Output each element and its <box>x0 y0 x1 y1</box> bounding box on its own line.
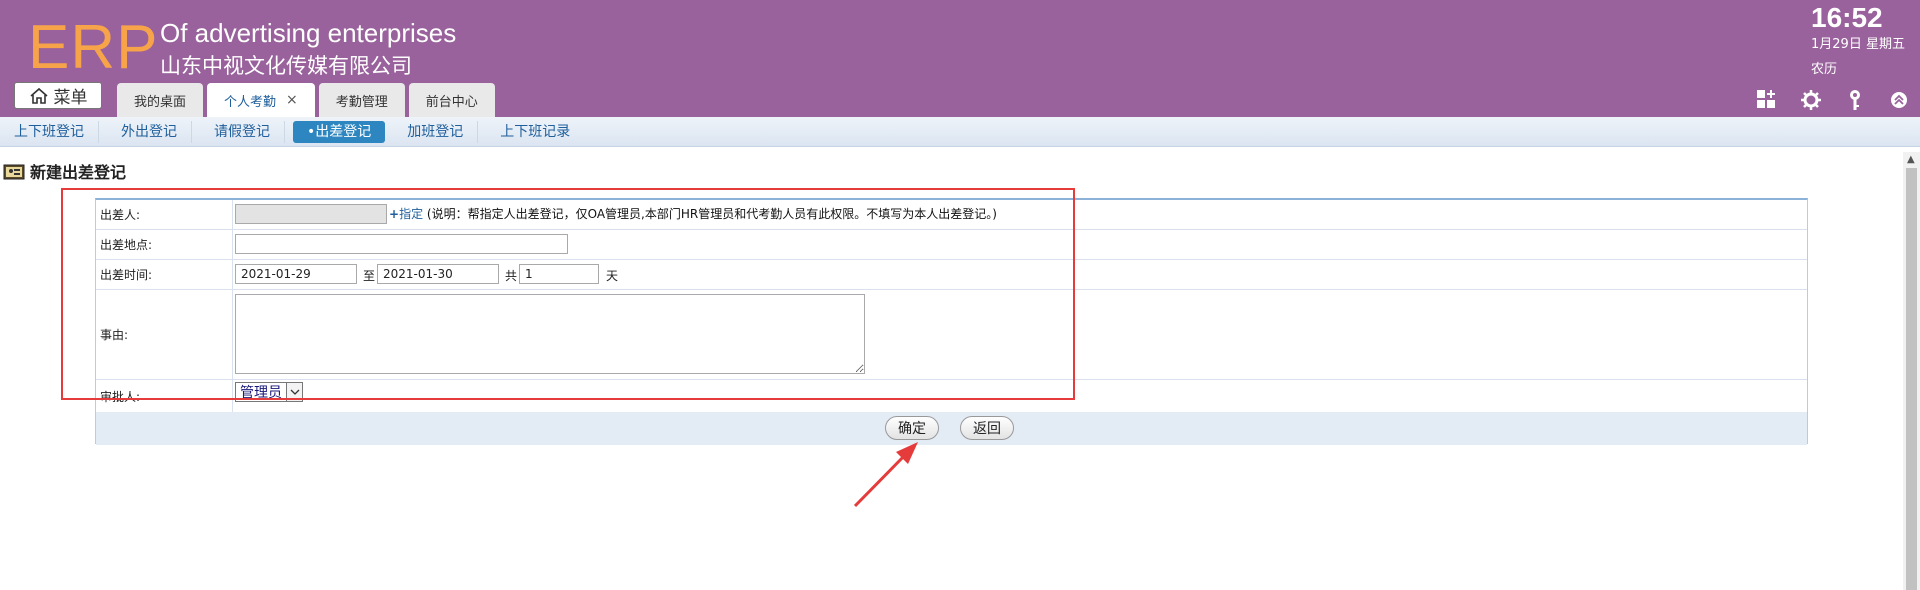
back-button[interactable]: 返回 <box>960 416 1014 440</box>
close-icon[interactable]: × <box>286 92 298 108</box>
scroll-up-icon[interactable]: ▲ <box>1907 154 1915 165</box>
annotation-highlight-box <box>61 188 1075 400</box>
tab-label: 我的桌面 <box>134 94 187 110</box>
sub-navigation: 上下班登记 外出登记 请假登记 •出差登记 加班登记 上下班记录 <box>0 117 1920 147</box>
tab-label: 个人考勤 <box>224 94 277 110</box>
company-name-cn: 山东中视文化传媒有限公司 <box>160 54 412 78</box>
subnav-outing[interactable]: 外出登记 <box>107 120 192 143</box>
page-title: 新建出差登记 <box>3 159 126 183</box>
tab-front-desk[interactable]: 前台中心 <box>408 83 495 117</box>
collapse-up-icon[interactable] <box>1887 88 1911 112</box>
clock-time: 16:52 <box>1811 2 1883 33</box>
subnav-leave[interactable]: 请假登记 <box>200 120 285 143</box>
header-tools <box>1755 88 1920 112</box>
subnav-checkin[interactable]: 上下班登记 <box>0 120 99 143</box>
home-icon <box>29 87 48 104</box>
tab-personal-attendance[interactable]: 个人考勤 × <box>207 83 315 117</box>
clock-date: 1月29日 星期五 <box>1811 37 1905 52</box>
app-window: ERP Of advertising enterprises 山东中视文化传媒有… <box>0 0 1920 590</box>
tab-my-desktop[interactable]: 我的桌面 <box>117 83 204 117</box>
add-widget-icon[interactable] <box>1755 88 1779 112</box>
gear-icon[interactable] <box>1799 88 1823 112</box>
form-icon <box>3 164 25 180</box>
annotation-arrow-icon <box>853 442 918 508</box>
confirm-button[interactable]: 确定 <box>885 416 939 440</box>
subnav-business-trip[interactable]: •出差登记 <box>293 120 386 143</box>
erp-logo: ERP <box>28 13 159 82</box>
form-actions: 确定 返回 <box>96 412 1807 445</box>
key-icon[interactable] <box>1843 88 1867 112</box>
subnav-checkin-records[interactable]: 上下班记录 <box>486 121 584 143</box>
top-tabs: 我的桌面 个人考勤 × 考勤管理 前台中心 <box>117 83 499 117</box>
subnav-overtime[interactable]: 加班登记 <box>393 120 479 143</box>
tab-label: 前台中心 <box>425 94 478 110</box>
scroll-thumb[interactable] <box>1906 168 1917 590</box>
tab-attendance-management[interactable]: 考勤管理 <box>318 83 405 117</box>
page-title-text: 新建出差登记 <box>30 163 127 182</box>
menu-label: 菜单 <box>53 88 88 108</box>
company-name-en: Of advertising enterprises <box>160 18 457 48</box>
menu-button[interactable]: 菜单 <box>14 82 102 109</box>
header-bar: ERP Of advertising enterprises 山东中视文化传媒有… <box>0 0 1920 117</box>
tab-label: 考勤管理 <box>335 94 388 110</box>
lunar-calendar-link[interactable]: 农历 <box>1811 58 1837 77</box>
vertical-scrollbar[interactable]: ▲ <box>1903 152 1920 590</box>
